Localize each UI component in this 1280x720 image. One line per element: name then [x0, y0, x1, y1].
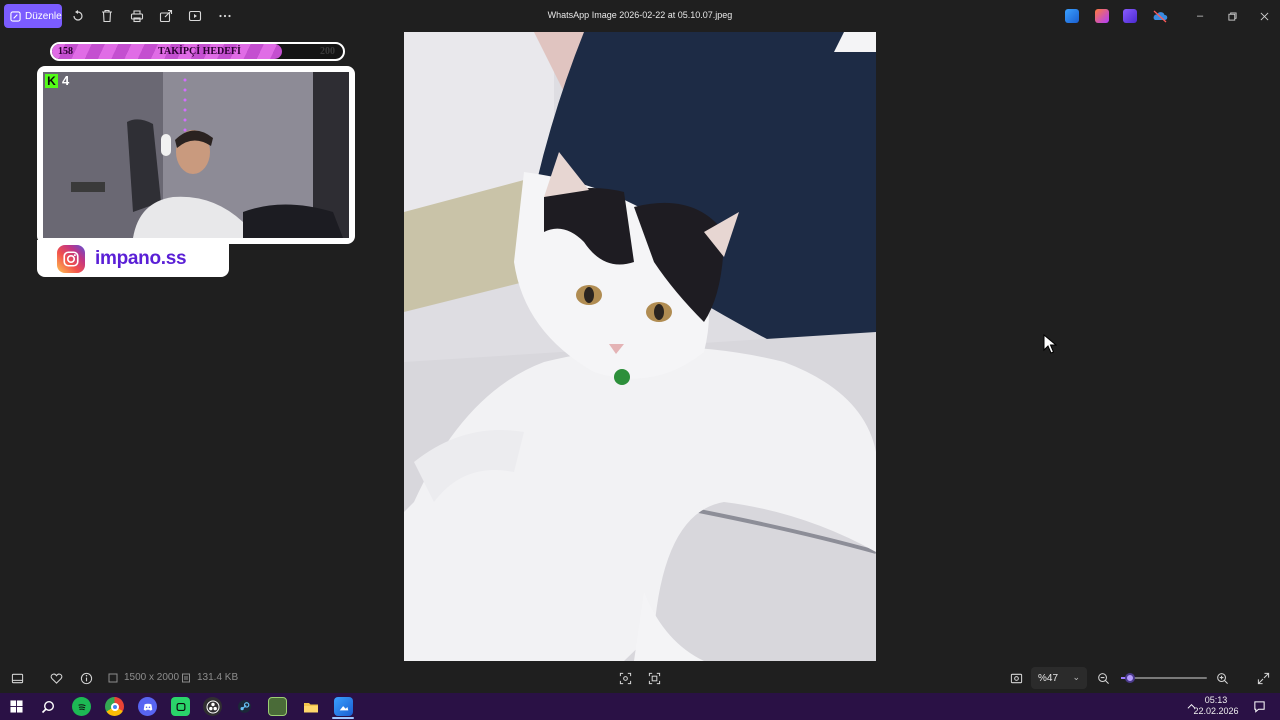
- steam-taskbar-icon[interactable]: [235, 697, 254, 716]
- info-icon: [80, 672, 92, 684]
- clock-date: 22.02.2026: [1193, 706, 1239, 716]
- windows-taskbar: 05:13 22.02.2026: [0, 693, 1280, 720]
- dimensions-icon: [108, 673, 118, 683]
- scan-icon: [619, 672, 631, 684]
- instagram-icon: [57, 244, 85, 273]
- fit-window-icon: [1010, 673, 1022, 683]
- share-button[interactable]: [156, 6, 176, 26]
- goal-label: TAKİPÇİ HEDEFİ: [158, 46, 241, 57]
- delete-button[interactable]: [97, 6, 117, 26]
- video-editor-app-icon[interactable]: [1123, 9, 1137, 23]
- kick-studio-taskbar-icon[interactable]: [171, 697, 190, 716]
- minimize-icon: –: [1196, 10, 1204, 22]
- kick-viewer-count: 4: [62, 73, 70, 88]
- spotify-taskbar-icon[interactable]: [72, 697, 91, 716]
- heart-icon: [50, 673, 62, 684]
- slideshow-button[interactable]: [185, 6, 205, 26]
- active-app-indicator: [332, 717, 354, 719]
- zoom-out-button[interactable]: [1095, 670, 1111, 686]
- more-options-button[interactable]: [215, 6, 235, 26]
- zoom-in-button[interactable]: [1214, 670, 1230, 686]
- printer-icon: [130, 10, 144, 23]
- visual-search-button[interactable]: [617, 670, 633, 686]
- edit-button-label: Düzenle: [25, 10, 62, 22]
- zoom-in-icon: [1216, 672, 1228, 684]
- game-taskbar-icon[interactable]: [268, 697, 287, 716]
- goal-target-count: 200: [320, 46, 335, 57]
- kick-viewer-badge: K 4: [45, 73, 69, 88]
- obs-taskbar-icon[interactable]: [203, 697, 222, 716]
- windows-logo-icon: [10, 700, 23, 713]
- rotate-button[interactable]: [68, 6, 88, 26]
- chrome-taskbar-icon[interactable]: [105, 697, 124, 716]
- zoom-out-icon: [1097, 672, 1109, 684]
- minimize-button[interactable]: –: [1192, 8, 1208, 24]
- slideshow-icon: [188, 10, 202, 22]
- instagram-card: impano.ss: [37, 240, 229, 277]
- print-button[interactable]: [127, 6, 147, 26]
- kick-logo-icon: K: [45, 73, 58, 88]
- edit-icon: [10, 10, 21, 22]
- fullscreen-button[interactable]: [1255, 670, 1271, 686]
- trash-icon: [102, 9, 112, 23]
- follower-goal-bar: 158 TAKİPÇİ HEDEFİ 200: [50, 42, 345, 61]
- main-photo: [404, 32, 876, 661]
- clock-time: 05:13: [1204, 695, 1228, 705]
- designer-app-icon[interactable]: [1065, 9, 1079, 23]
- instagram-handle: impano.ss: [95, 247, 187, 269]
- close-icon: [1260, 12, 1268, 20]
- bottom-status-bar: 1500 x 2000 131.4 KB: [0, 663, 1280, 693]
- file-size: 131.4 KB: [197, 672, 239, 683]
- image-dimensions: 1500 x 2000: [124, 672, 180, 683]
- filmstrip-toggle-button[interactable]: [9, 670, 25, 686]
- zoom-slider[interactable]: [1121, 673, 1207, 683]
- share-icon: [159, 9, 173, 23]
- taskbar-search-button[interactable]: [38, 697, 57, 716]
- expand-icon: [1257, 672, 1269, 684]
- favorite-button[interactable]: [48, 670, 64, 686]
- notifications-button[interactable]: [1250, 697, 1269, 716]
- top-toolbar: Düzenle WhatsApp Image 2026-02-22 at 05.…: [0, 0, 1280, 32]
- photos-taskbar-icon[interactable]: [334, 697, 353, 716]
- photos-app-window: Düzenle WhatsApp Image 2026-02-22 at 05.…: [0, 0, 1280, 693]
- more-icon: [219, 14, 231, 18]
- restore-icon: [1227, 11, 1237, 21]
- mouse-cursor-icon: [1043, 334, 1057, 354]
- file-explorer-taskbar-icon[interactable]: [301, 697, 320, 716]
- discord-taskbar-icon[interactable]: [138, 697, 157, 716]
- edit-button[interactable]: Düzenle: [4, 4, 62, 28]
- rotate-icon: [73, 10, 83, 21]
- search-icon: [41, 700, 54, 713]
- notification-icon: [1254, 701, 1265, 713]
- filmstrip-icon: [11, 673, 23, 683]
- webcam-feed: [43, 72, 349, 238]
- start-button[interactable]: [7, 697, 26, 716]
- file-info-button[interactable]: [78, 670, 94, 686]
- chevron-down-icon: ⌄: [1072, 672, 1080, 682]
- zoom-level-dropdown[interactable]: %47 ⌄: [1031, 667, 1087, 689]
- file-size-icon: [182, 673, 190, 683]
- clipchamp-app-icon[interactable]: [1095, 9, 1109, 23]
- taskbar-clock[interactable]: 05:13 22.02.2026: [1190, 695, 1242, 717]
- text-scan-button[interactable]: [646, 670, 662, 686]
- onedrive-icon[interactable]: [1152, 9, 1168, 23]
- restore-button[interactable]: [1224, 8, 1240, 24]
- zoom-level-value: %47: [1038, 672, 1059, 684]
- close-button[interactable]: [1256, 8, 1272, 24]
- fit-to-window-button[interactable]: [1008, 670, 1024, 686]
- zoom-slider-thumb[interactable]: [1124, 673, 1135, 683]
- text-scan-icon: [648, 672, 660, 684]
